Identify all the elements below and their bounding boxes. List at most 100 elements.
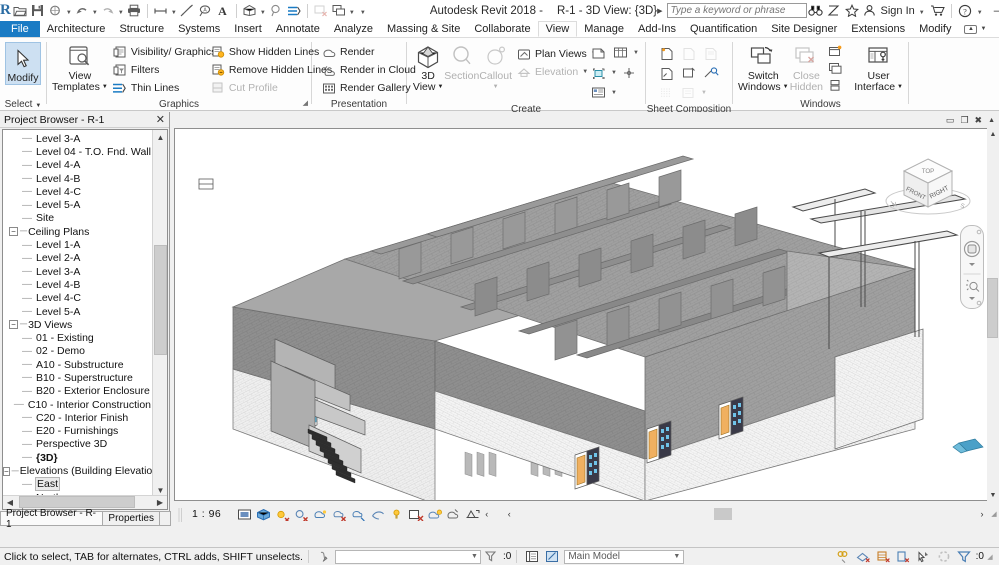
tab-quantification[interactable]: Quantification	[683, 21, 764, 37]
tree-node[interactable]: — Level 5-A	[3, 198, 152, 211]
tree-node[interactable]: — A10 - Substructure	[3, 358, 152, 371]
crop-region-icon[interactable]	[678, 84, 700, 103]
press-and-drag-icon[interactable]	[314, 548, 334, 565]
tab-properties[interactable]: Properties	[102, 511, 160, 526]
status-resize-grip-icon[interactable]: ◢	[984, 553, 996, 561]
resize-grip-icon[interactable]: ◢	[989, 510, 999, 518]
navigation-bar[interactable]	[960, 225, 984, 309]
scroll-up-arrow-icon[interactable]: ▲	[153, 130, 167, 144]
3d-viewport[interactable]: N S TOP FRONT RIGHT	[174, 128, 997, 501]
viewport-vscroll-thumb[interactable]	[987, 278, 998, 338]
tree-node[interactable]: − ─ 3D Views	[3, 318, 152, 331]
tree-node[interactable]: — B20 - Exterior Enclosure	[3, 385, 152, 398]
sheet-icon[interactable]	[656, 44, 678, 63]
model-canvas[interactable]	[175, 129, 996, 500]
measure-icon[interactable]	[152, 1, 170, 21]
close-icon[interactable]: ✕	[156, 113, 167, 126]
tree-node[interactable]: — Level 04 - T.O. Fnd. Wall	[3, 145, 152, 158]
tree-node[interactable]: — E20 - Furnishings	[3, 425, 152, 438]
modify-button[interactable]: Modify	[5, 42, 41, 85]
tab-modify[interactable]: Modify	[912, 21, 958, 37]
rendering-dialog-icon[interactable]	[311, 505, 330, 523]
help-icon[interactable]: ?	[956, 1, 974, 21]
not-editable-icon[interactable]	[894, 548, 914, 565]
tree-node[interactable]: — Level 4-A	[3, 159, 152, 172]
browser-vertical-scrollbar[interactable]: ▲ ▼	[152, 130, 167, 497]
viewport-scroll-left-icon[interactable]: ‹	[502, 509, 516, 519]
tab-manage[interactable]: Manage	[577, 21, 631, 37]
tab-file[interactable]: File	[0, 21, 40, 37]
design-options-icon[interactable]	[522, 548, 542, 565]
sync-dropdown-arrow-icon[interactable]: ▼	[65, 1, 73, 21]
view-restore-icon[interactable]: ❐	[960, 115, 968, 126]
callout-button[interactable]: Callout ▼	[479, 41, 512, 93]
ribbon-minimize-toggle[interactable]: ▲ ▼	[958, 21, 992, 37]
3d-view-button[interactable]: 3D View ▼	[412, 41, 444, 93]
text-icon[interactable]: A	[214, 1, 232, 21]
tree-node[interactable]: − ─ Elevations (Building Elevation	[3, 464, 152, 477]
view-scroll-up-icon[interactable]: ▲	[988, 117, 995, 124]
thin-lines-button[interactable]: Thin Lines	[108, 79, 206, 97]
tab-architecture[interactable]: Architecture	[40, 21, 113, 37]
tree-node[interactable]: — East	[3, 477, 152, 492]
visibility-graphics-button[interactable]: Visibility/ Graphics	[108, 43, 216, 61]
legends-dropdown-arrow-icon[interactable]: ▼	[610, 90, 618, 96]
titleblock-icon[interactable]	[678, 44, 700, 63]
tab-collaborate[interactable]: Collaborate	[467, 21, 537, 37]
cart-icon[interactable]	[929, 1, 947, 21]
view-scale-label[interactable]: 1 : 96	[192, 508, 221, 520]
tab-site-designer[interactable]: Site Designer	[764, 21, 844, 37]
user-account-icon[interactable]	[861, 1, 879, 21]
tree-node[interactable]: — Level 3-A	[3, 265, 152, 278]
temporary-hide-isolate-icon[interactable]	[387, 505, 406, 523]
show-crop-region-icon[interactable]	[349, 505, 368, 523]
tree-node[interactable]: — Level 2-A	[3, 252, 152, 265]
tree-node[interactable]: — Level 1-A	[3, 238, 152, 251]
viewport-vertical-scrollbar[interactable]: ▲ ▼	[987, 128, 999, 501]
temporary-view-properties-icon[interactable]	[444, 505, 463, 523]
editable-icon[interactable]	[834, 548, 854, 565]
scroll-right-arrow-icon[interactable]: ▶	[153, 496, 167, 509]
select-underlay-icon[interactable]	[934, 548, 954, 565]
customize-qat-icon[interactable]: ▼	[356, 1, 370, 21]
tab-extensions[interactable]: Extensions	[844, 21, 912, 37]
open-icon[interactable]	[11, 1, 29, 21]
view-close-icon[interactable]: ✖	[975, 115, 983, 126]
viewport-scroll-right-icon[interactable]: ›	[975, 509, 989, 519]
save-icon[interactable]	[29, 1, 47, 21]
workset-combo[interactable]: Main Model ▼	[564, 549, 685, 564]
legends-icon[interactable]	[588, 84, 610, 103]
show-hidden-lines-button[interactable]: Show Hidden Lines	[206, 43, 319, 61]
viewport-scroll-up-icon[interactable]: ▲	[987, 128, 999, 140]
tree-node[interactable]: — 02 - Demo	[3, 345, 152, 358]
close-hidden-button[interactable]: Close Hidden	[789, 41, 825, 93]
tab-project-browser[interactable]: Project Browser - R-1	[0, 508, 104, 530]
help-dropdown-arrow-icon[interactable]: ▼	[974, 1, 986, 21]
viewport-icon[interactable]	[656, 84, 678, 103]
undo-icon[interactable]	[73, 1, 91, 21]
sync-icon[interactable]	[47, 1, 65, 21]
sun-path-icon[interactable]	[273, 505, 292, 523]
analytical-model-icon[interactable]	[463, 505, 482, 523]
shadows-icon[interactable]	[292, 505, 311, 523]
scope-box-dropdown-arrow-icon[interactable]: ▼	[610, 70, 618, 76]
select-links-icon[interactable]	[914, 548, 934, 565]
browser-hscroll-thumb[interactable]	[19, 496, 135, 508]
tree-node[interactable]: — Level 3-A	[3, 132, 152, 145]
scope-box-icon[interactable]	[588, 64, 610, 83]
redo-dropdown-arrow-icon[interactable]: ▼	[117, 1, 125, 21]
star-icon[interactable]	[843, 1, 861, 21]
visual-style-icon[interactable]	[254, 505, 273, 523]
print-icon[interactable]	[125, 1, 143, 21]
tab-view[interactable]: View	[537, 21, 578, 37]
tree-node[interactable]: — Perspective 3D	[3, 438, 152, 451]
binoculars-icon[interactable]	[807, 1, 825, 21]
borrowed-icon[interactable]	[854, 548, 874, 565]
tree-collapse-icon[interactable]: −	[3, 466, 10, 476]
tree-node[interactable]: − ─ Ceiling Plans	[3, 225, 152, 238]
cut-profile-button[interactable]: Cut Profile	[206, 79, 314, 97]
graphics-panel-expand-icon[interactable]: ◢	[303, 97, 308, 110]
reveal-hidden-elements-icon[interactable]	[406, 505, 425, 523]
section-icon[interactable]	[267, 1, 285, 21]
3d-view-dropdown-arrow-icon[interactable]: ▼	[259, 1, 267, 21]
